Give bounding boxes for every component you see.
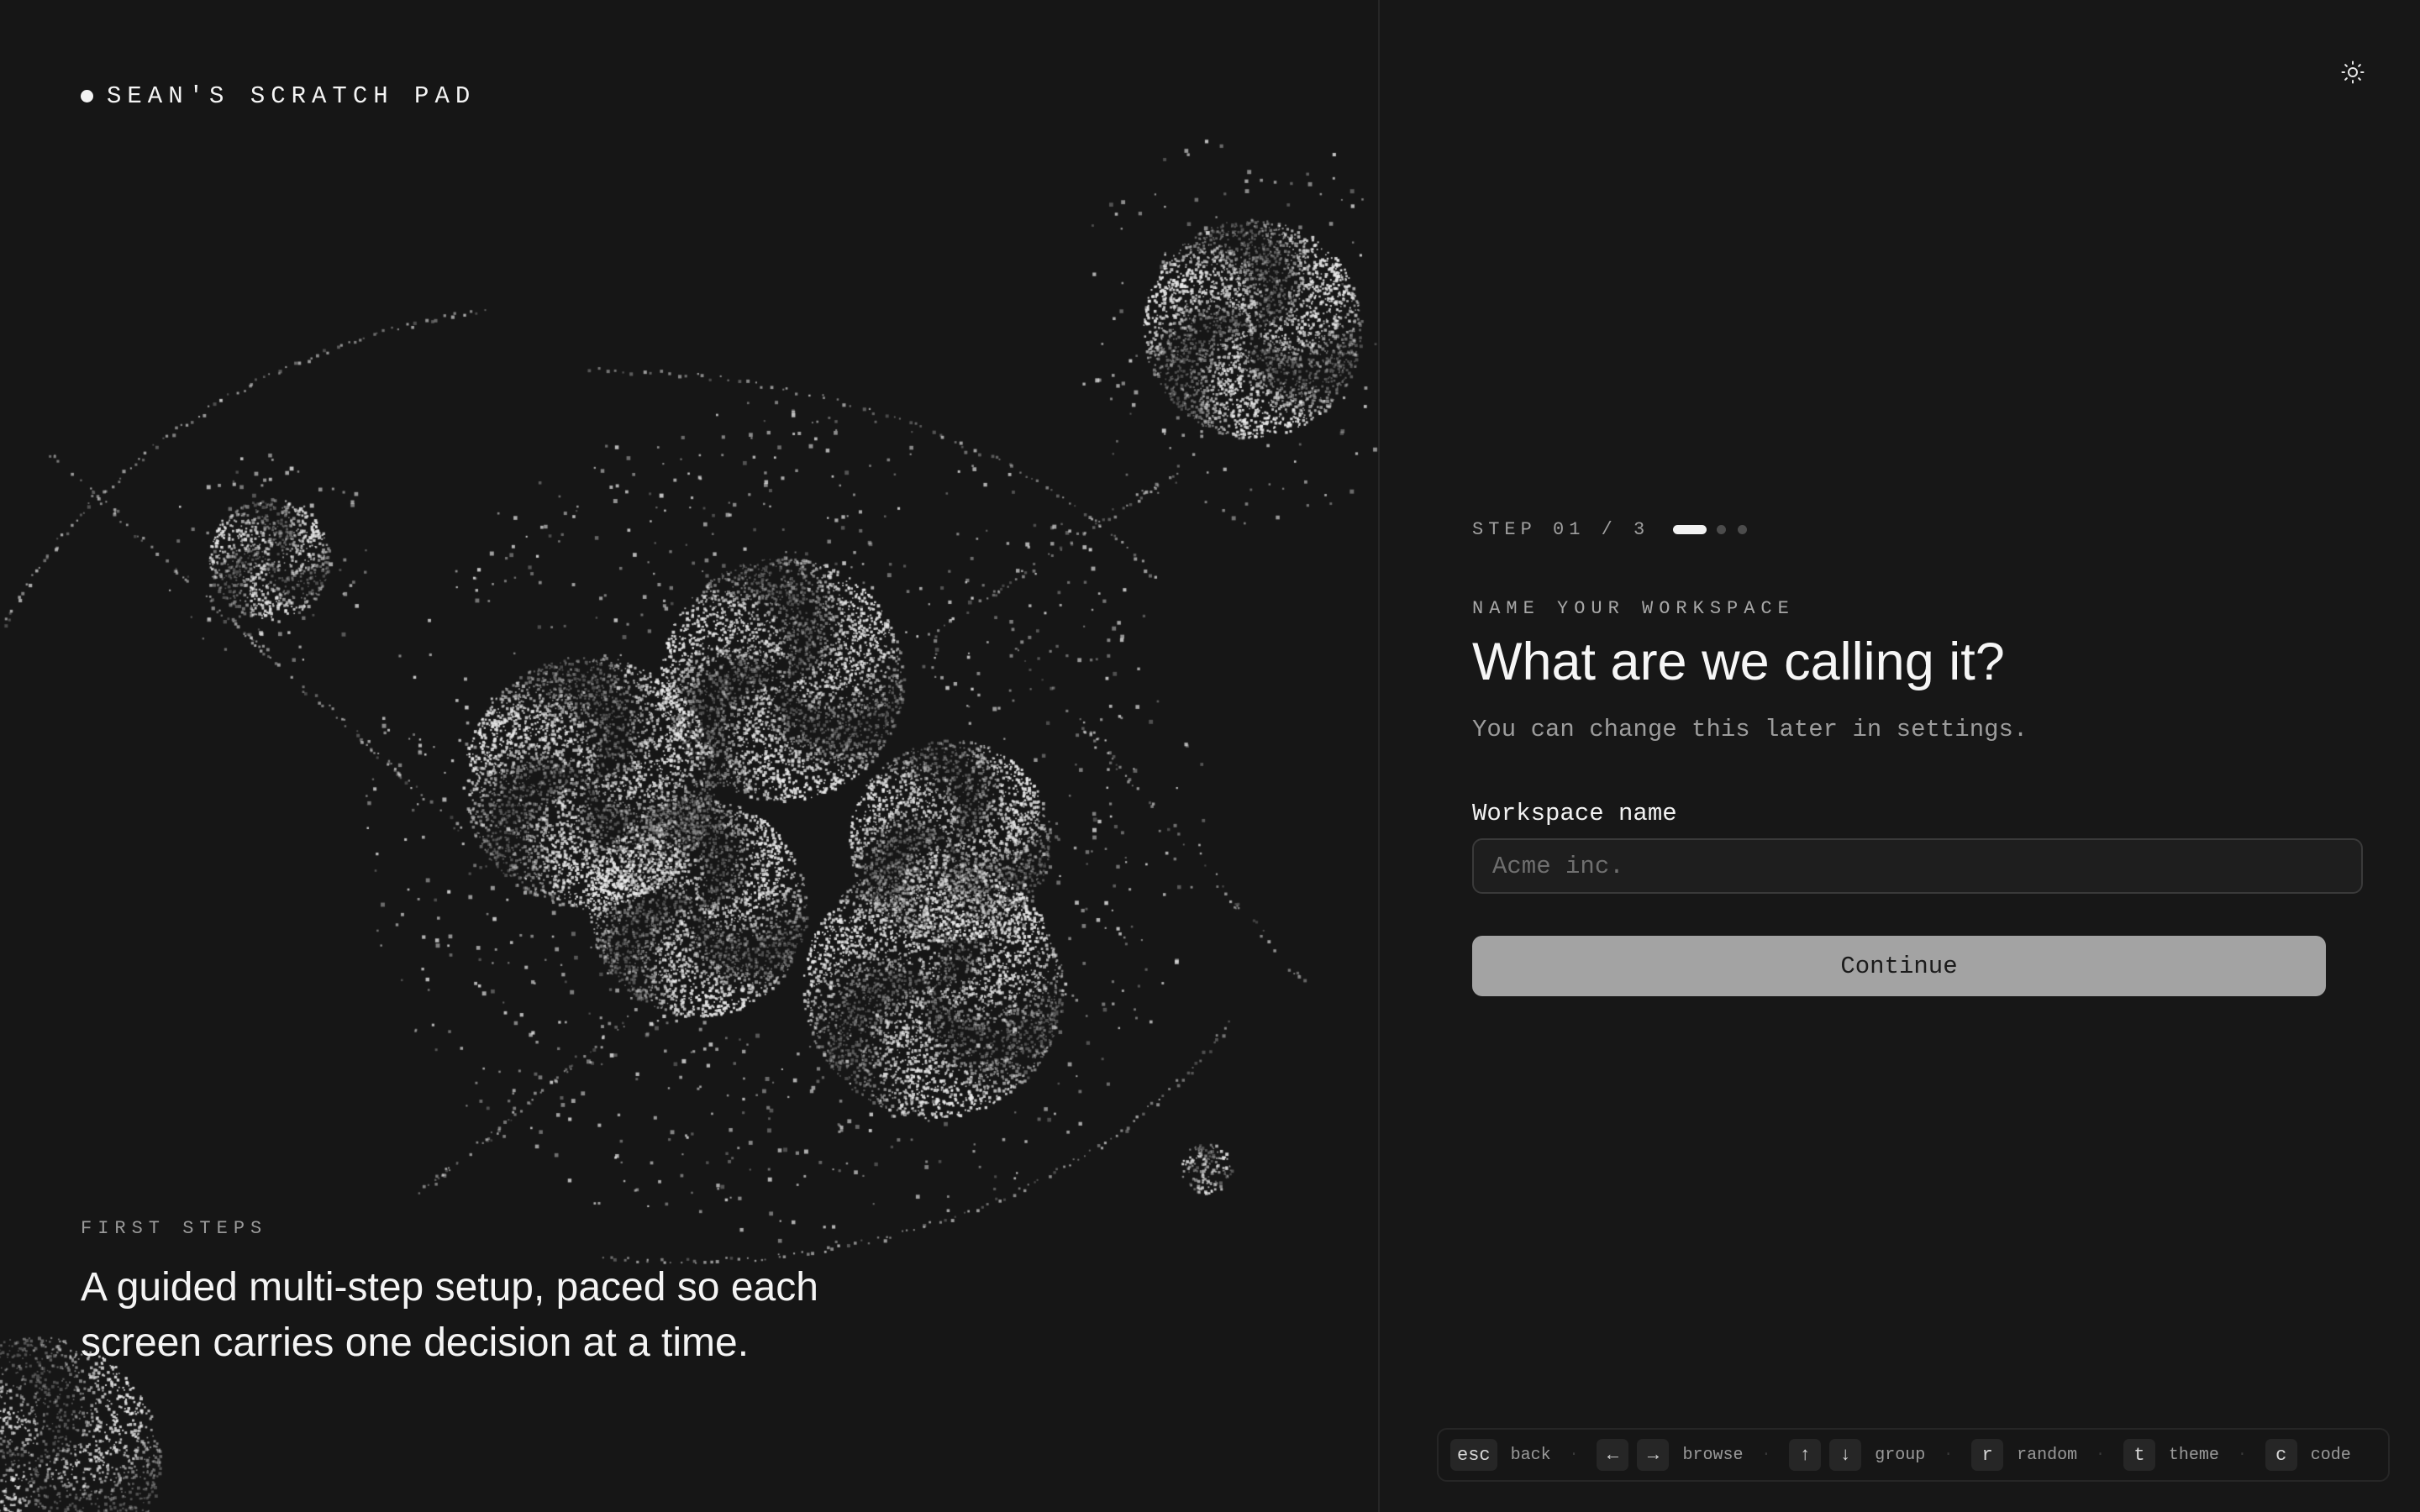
shortcut-key: t [2123,1439,2155,1471]
shortcut-theme[interactable]: t theme [2123,1439,2219,1471]
step-label: STEP 01 / 3 [1472,519,1650,540]
separator-dot: · [1944,1446,1954,1463]
shortcut-label: theme [2168,1445,2219,1465]
shortcut-key: c [2265,1439,2297,1471]
continue-button[interactable]: Continue [1472,936,2326,996]
step-dot-active [1673,525,1707,534]
form-eyebrow: NAME YOUR WORKSPACE [1472,598,1795,619]
shortcut-label: group [1875,1445,1926,1465]
separator-dot: · [1761,1446,1771,1463]
shortcut-code[interactable]: c code [2265,1439,2351,1471]
shortcut-label: random [2017,1445,2078,1465]
workspace-name-input[interactable] [1472,838,2363,894]
step-dot [1738,525,1748,534]
step-indicator: STEP 01 / 3 [1472,519,1759,540]
sun-icon [2341,60,2365,84]
form-subtext: You can change this later in settings. [1472,716,2028,743]
form-heading: What are we calling it? [1472,633,2005,691]
form-panel [1380,0,2420,1512]
keyboard-shortcuts-bar: esc back · ← → browse · ↑ ↓ group · r ra… [1437,1428,2390,1482]
shortcut-label: back [1510,1445,1551,1465]
theme-toggle-button[interactable] [2329,49,2376,96]
brand-dot-icon [81,90,93,102]
step-progress [1673,525,1759,534]
hero-eyebrow: FIRST STEPS [81,1218,268,1239]
separator-dot: · [2096,1446,2105,1463]
arrow-left-icon: ← [1597,1439,1629,1471]
arrow-right-icon: → [1637,1439,1670,1471]
arrow-down-icon: ↓ [1829,1439,1862,1471]
arrow-up-icon: ↑ [1789,1439,1822,1471]
brand: SEAN'S SCRATCH PAD [81,82,476,110]
shortcut-key: esc [1450,1439,1497,1471]
hero-panel: SEAN'S SCRATCH PAD FIRST STEPS A guided … [0,0,1378,1512]
shortcut-group[interactable]: ↑ ↓ group [1789,1439,1925,1471]
workspace-name-label: Workspace name [1472,800,1677,827]
brand-name: SEAN'S SCRATCH PAD [107,82,476,110]
step-dot [1717,525,1727,534]
separator-dot: · [1569,1446,1579,1463]
shortcut-key: r [1971,1439,2004,1471]
separator-dot: · [2237,1446,2247,1463]
shortcut-random[interactable]: r random [1971,1439,2077,1471]
shortcut-label: code [2310,1445,2351,1465]
shortcut-label: browse [1682,1445,1744,1465]
shortcut-browse[interactable]: ← → browse [1597,1439,1743,1471]
shortcut-back[interactable]: esc back [1450,1439,1551,1471]
hero-description: A guided multi-step setup, paced so each… [81,1265,818,1365]
